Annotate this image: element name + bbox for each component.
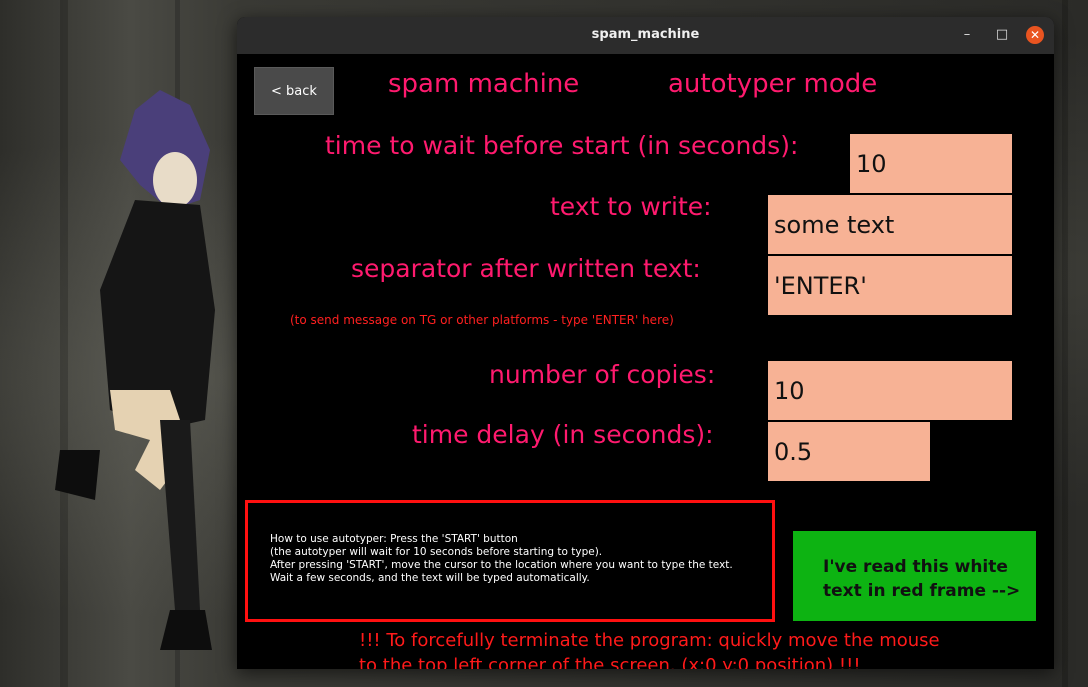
copies-input[interactable] [768,361,1012,420]
acknowledge-line-1: I've read this white [823,557,1008,577]
maximize-icon[interactable]: □ [993,26,1011,44]
instruction-line: How to use autotyper: Press the 'START' … [270,533,518,545]
separator-input[interactable] [768,256,1012,315]
acknowledge-line-2: text in red frame --> [823,581,1021,601]
warning-line-2: to the top left corner of the screen. (x… [359,655,861,669]
instruction-line: Wait a few seconds, and the text will be… [270,572,590,584]
instructions-frame: How to use autotyper: Press the 'START' … [245,500,775,622]
title-bar[interactable]: spam_machine – □ ✕ [237,17,1054,54]
wall-crack [1062,0,1068,687]
close-icon[interactable]: ✕ [1026,26,1044,44]
text-to-write-label: text to write: [550,192,712,221]
instruction-line: (the autotyper will wait for 10 seconds … [270,546,603,558]
anime-character-figure [55,90,215,650]
warning-line-1: !!! To forcefully terminate the program:… [359,630,940,651]
mode-label: autotyper mode [668,69,878,99]
instruction-line: After pressing 'START', move the cursor … [270,559,733,571]
text-to-write-input[interactable] [768,195,1012,254]
time-delay-input[interactable] [768,422,930,481]
minimize-icon[interactable]: – [958,26,976,44]
wait-time-input[interactable] [850,134,1012,193]
app-window: spam_machine – □ ✕ < back spam machine a… [237,17,1054,669]
separator-label: separator after written text: [351,254,701,283]
copies-label: number of copies: [489,360,716,389]
window-title: spam_machine [591,27,700,42]
app-name-label: spam machine [388,69,580,99]
main-content: < back spam machine autotyper mode time … [237,54,1054,669]
back-button[interactable]: < back [254,67,334,115]
separator-hint: (to send message on TG or other platform… [290,313,674,327]
wait-time-label: time to wait before start (in seconds): [325,131,799,160]
acknowledge-button[interactable]: I've read this white text in red frame -… [793,531,1036,621]
time-delay-label: time delay (in seconds): [412,420,714,449]
